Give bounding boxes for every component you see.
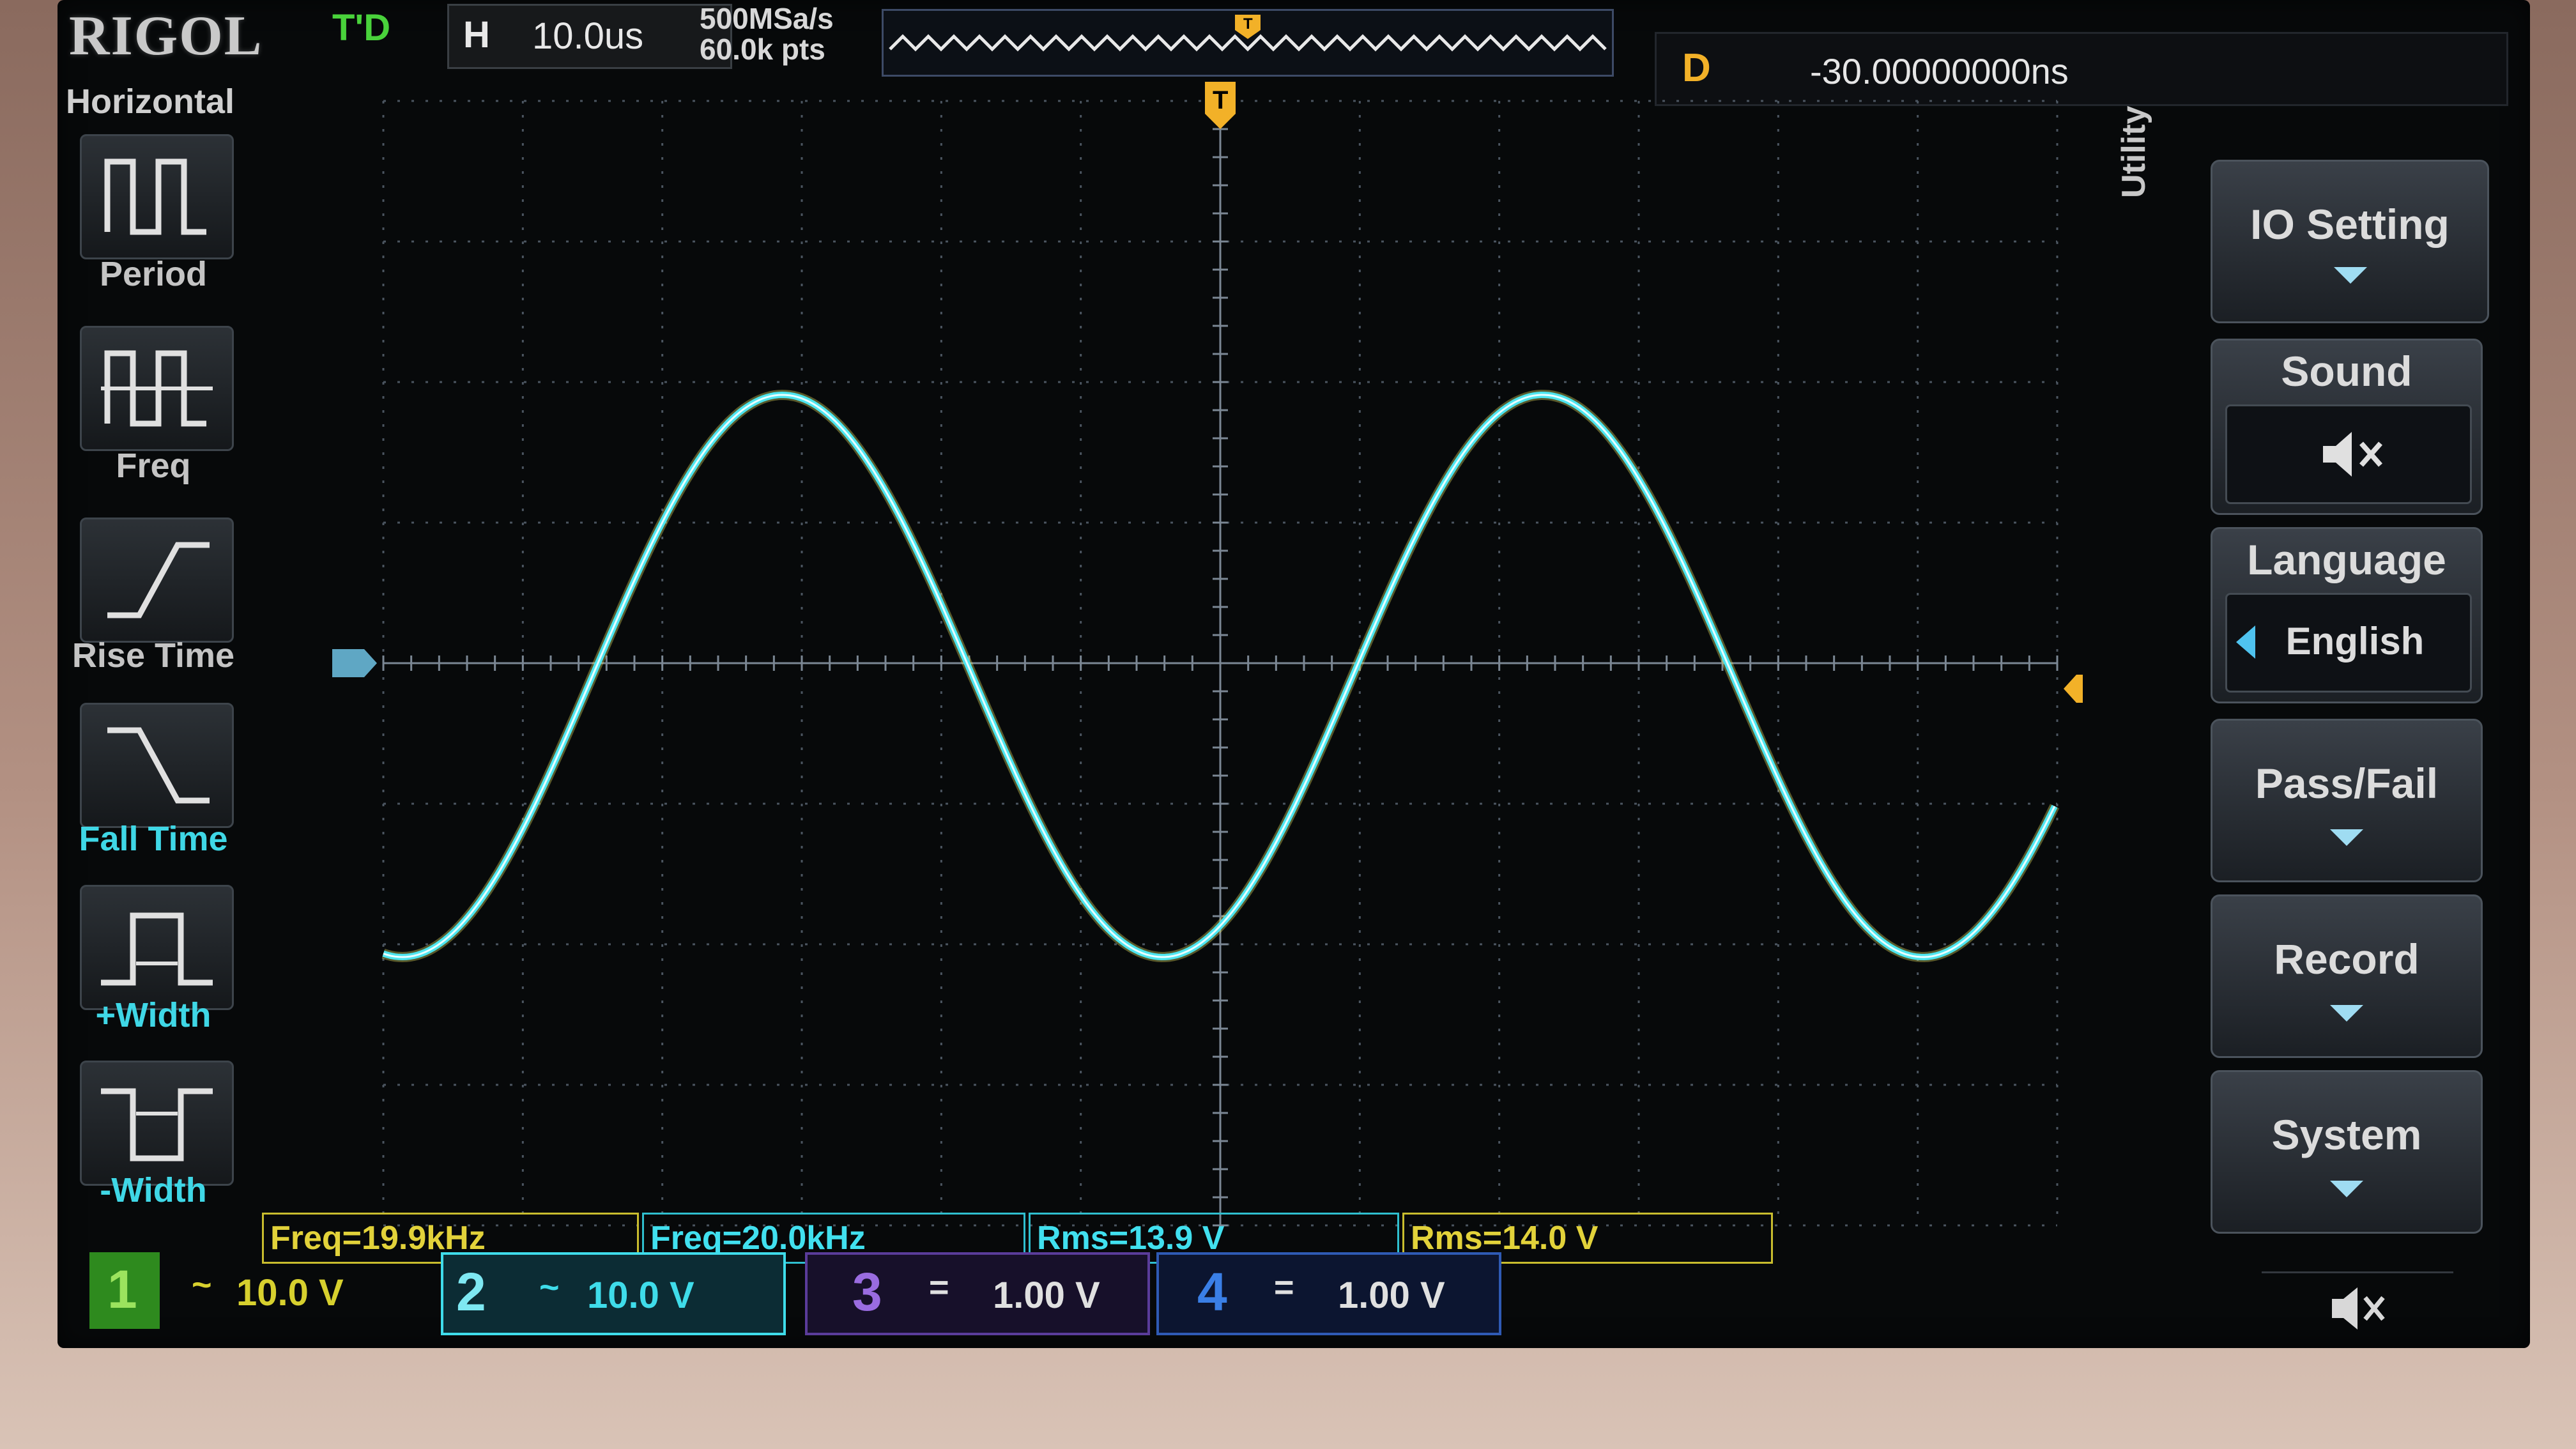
record-button[interactable]: Record — [2211, 894, 2483, 1058]
memory-overview-wave: T — [889, 15, 1607, 52]
channel-4-number: 4 — [1197, 1262, 1227, 1322]
channel-1-trace — [381, 389, 2060, 963]
sound-button[interactable]: Sound — [2211, 339, 2483, 515]
horizontal-label: H — [463, 14, 490, 56]
trigger-level-marker — [2064, 675, 2083, 703]
record-label: Record — [2274, 935, 2419, 983]
neg-width-button[interactable] — [80, 1061, 234, 1186]
channel-2-coupling: ~ — [539, 1268, 560, 1307]
chevron-down-icon — [2334, 267, 2367, 284]
timebase-value: 10.0us — [532, 15, 644, 57]
channel-1-coupling: ~ — [192, 1266, 212, 1304]
language-label: Language — [2247, 536, 2446, 583]
channel-4-coupling: = — [1274, 1268, 1294, 1307]
neg-width-icon — [101, 1088, 213, 1162]
fall-time-button[interactable] — [80, 703, 234, 828]
pos-width-label: +Width — [95, 996, 211, 1034]
chevron-down-icon — [2330, 829, 2363, 846]
channel-2-scale: 10.0 V — [587, 1275, 694, 1316]
channel-1-indicator[interactable]: 1 ~ 10.0 V — [89, 1252, 434, 1335]
channel-4-indicator[interactable]: 4 = 1.00 V — [1156, 1252, 1501, 1335]
channel-2-number: 2 — [456, 1262, 486, 1322]
freq-button[interactable] — [80, 326, 234, 451]
rise-time-icon — [107, 542, 210, 618]
memory-overview-strip: T — [882, 9, 1614, 77]
language-button[interactable]: Language English — [2211, 527, 2483, 703]
speaker-muted-icon — [2332, 1287, 2385, 1330]
sample-rate: 500MSa/s — [700, 2, 834, 35]
channel-2-indicator[interactable]: 2 ~ 10.0 V — [441, 1252, 786, 1335]
utility-menu-title: Utility — [2115, 105, 2152, 198]
freq-icon — [101, 350, 213, 427]
period-button[interactable] — [80, 134, 234, 259]
period-icon — [104, 158, 206, 235]
freq-label: Freq — [116, 447, 191, 485]
rise-time-label: Rise Time — [72, 636, 235, 675]
svg-text:T: T — [1243, 15, 1253, 33]
speaker-muted-icon — [2323, 432, 2382, 477]
channel-4-scale: 1.00 V — [1338, 1275, 1445, 1316]
channel-1-number: 1 — [107, 1259, 137, 1319]
fall-time-label: Fall Time — [79, 820, 228, 858]
channel-1-scale: 10.0 V — [236, 1272, 344, 1314]
memory-depth: 60.0k pts — [700, 33, 825, 66]
waveform-display[interactable]: T — [294, 75, 2083, 1232]
sound-value-box — [2225, 404, 2472, 504]
io-setting-button[interactable]: IO Setting — [2211, 160, 2489, 323]
period-label: Period — [99, 255, 208, 293]
channel-3-indicator[interactable]: 3 = 1.00 V — [805, 1252, 1150, 1335]
sound-label: Sound — [2281, 348, 2412, 395]
run-state-indicator[interactable]: T'D — [332, 6, 390, 49]
neg-width-label: -Width — [100, 1171, 207, 1209]
channel-3-number: 3 — [852, 1262, 882, 1322]
measure-menu-title: Horizontal — [66, 82, 234, 121]
chevron-down-icon — [2330, 1005, 2363, 1022]
chevron-down-icon — [2330, 1181, 2363, 1197]
trace-highlight — [383, 394, 2056, 958]
pos-width-button[interactable] — [80, 885, 234, 1010]
channel-3-coupling: = — [929, 1268, 949, 1307]
io-setting-label: IO Setting — [2250, 201, 2450, 248]
rise-time-button[interactable] — [80, 518, 234, 643]
trigger-marker-label: T — [1213, 86, 1228, 114]
pass-fail-label: Pass/Fail — [2255, 760, 2439, 807]
channel-3-scale: 1.00 V — [993, 1275, 1100, 1316]
system-label: System — [2271, 1111, 2422, 1158]
channel-offset-marker — [332, 649, 377, 677]
pos-width-icon — [101, 912, 213, 986]
brand-logo: RIGOL — [69, 5, 263, 67]
status-area — [2262, 1271, 2453, 1344]
language-value: English — [2285, 620, 2425, 663]
fall-time-icon — [107, 727, 210, 804]
oscilloscope-screen: RIGOL T'D H 10.0us 500MSa/s 60.0k pts T … — [57, 0, 2530, 1348]
language-value-box: English — [2225, 593, 2472, 693]
system-button[interactable]: System — [2211, 1070, 2483, 1234]
channel-2-trace — [382, 391, 2058, 961]
timebase-box[interactable]: H 10.0us — [447, 4, 732, 69]
pass-fail-button[interactable]: Pass/Fail — [2211, 719, 2483, 882]
